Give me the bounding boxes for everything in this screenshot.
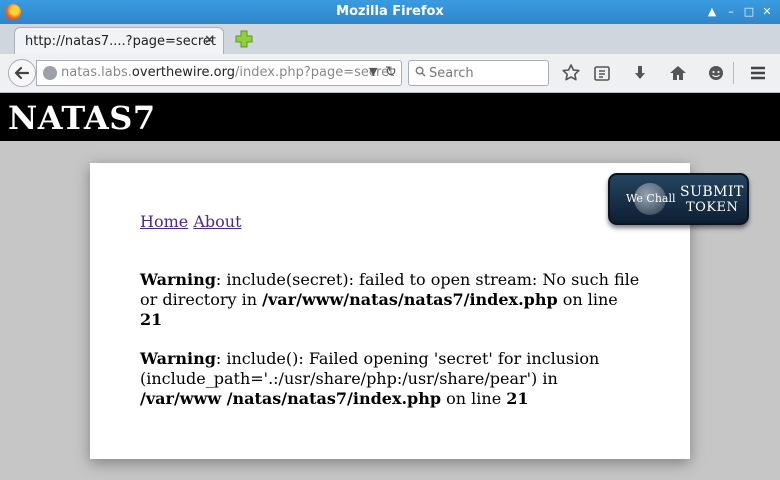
web-page: NATAS7 Home About Warning: include(secre… — [0, 93, 780, 480]
maximize-button[interactable]: □ — [742, 5, 756, 19]
warning-message-2: Warning: include(): Failed opening 'secr… — [140, 349, 640, 409]
warning-message-1: Warning: include(secret): failed to open… — [140, 270, 640, 330]
warning-path: /var/www/natas/natas7/index.php — [262, 290, 558, 309]
minimize-button[interactable]: – — [724, 5, 738, 19]
history-dropdown-icon[interactable]: ▼ — [369, 65, 377, 78]
token-label: TOKEN — [686, 200, 739, 215]
warning-line-number: 21 — [140, 310, 163, 329]
warning-label: Warning — [140, 349, 216, 368]
warning-label: Warning — [140, 270, 216, 289]
home-icon[interactable] — [668, 63, 688, 83]
content-panel: Home About Warning: include(secret): fai… — [90, 163, 690, 459]
title-bar: Mozilla Firefox ▲ – □ ✕ — [0, 0, 780, 24]
site-title: NATAS7 — [8, 99, 156, 137]
wechall-submit-token-button[interactable]: We Chall SUBMIT TOKEN — [608, 173, 749, 225]
search-box[interactable] — [408, 60, 549, 86]
wechall-logo-text: We Chall — [626, 192, 676, 205]
window-title: Mozilla Firefox — [336, 4, 444, 19]
submit-label: SUBMIT — [680, 184, 744, 200]
bookmarks-menu-icon[interactable] — [592, 63, 612, 83]
warning-path: /var/www /natas/natas7/index.php — [140, 389, 442, 408]
url-host: overthewire.org — [131, 65, 236, 80]
warning-line-text: on line — [441, 389, 507, 408]
tab-strip: http://natas7....?page=secret ✕ — [0, 24, 780, 55]
close-window-button[interactable]: ✕ — [760, 5, 774, 19]
bookmark-star-icon[interactable] — [561, 63, 581, 83]
url-text[interactable]: natas.labs.overthewire.org/index.php?pag… — [61, 65, 394, 80]
warning-line-number: 21 — [506, 389, 529, 408]
downloads-icon[interactable] — [630, 63, 650, 83]
close-tab-icon[interactable]: ✕ — [204, 33, 215, 48]
warning-line-text: on line — [557, 290, 618, 309]
window-up-icon[interactable]: ▲ — [705, 5, 719, 19]
reload-icon[interactable]: ↻ — [385, 64, 397, 80]
tab-natas7[interactable]: http://natas7....?page=secret ✕ — [14, 27, 224, 55]
url-bar[interactable]: natas.labs.overthewire.org/index.php?pag… — [36, 60, 402, 86]
tab-label: http://natas7....?page=secret — [25, 34, 217, 49]
new-tab-button[interactable] — [234, 29, 254, 49]
globe-icon — [43, 66, 57, 80]
search-input[interactable] — [429, 64, 544, 82]
home-link[interactable]: Home — [140, 212, 188, 231]
back-button[interactable] — [8, 59, 36, 87]
site-header: NATAS7 — [0, 93, 780, 141]
chat-icon[interactable] — [706, 63, 726, 83]
navigation-bar: natas.labs.overthewire.org/index.php?pag… — [0, 54, 780, 93]
nav-links: Home About — [140, 212, 242, 231]
url-prefix: natas.labs. — [61, 65, 132, 80]
menu-hamburger-icon[interactable] — [748, 63, 768, 83]
about-link[interactable]: About — [193, 212, 241, 231]
search-icon — [415, 66, 426, 77]
toolbar-separator — [733, 62, 734, 84]
back-arrow-icon — [14, 66, 30, 80]
